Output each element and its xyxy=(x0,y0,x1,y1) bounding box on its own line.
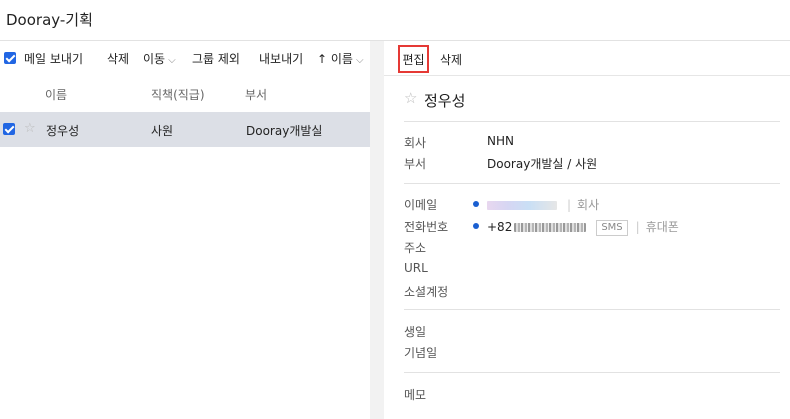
contact-list-pane: 메일 보내기 삭제 이동 ⌵ 그룹 제외 내보내기 ↑ 이름 ⌵ 이름 직책(직급)… xyxy=(0,41,370,419)
chevron-down-icon: ⌵ xyxy=(168,55,176,66)
phone-type-label: 휴대폰 xyxy=(645,220,679,234)
birthday-label: 생일 xyxy=(404,325,427,339)
detail-toolbar: 편집 삭제 xyxy=(384,41,790,76)
sort-button[interactable]: ↑ 이름 ⌵ xyxy=(317,50,364,67)
memo-label: 메모 xyxy=(404,388,427,402)
row-checkbox[interactable] xyxy=(3,123,15,135)
chevron-down-icon: ⌵ xyxy=(355,55,364,66)
move-label: 이동 xyxy=(143,52,166,66)
email-label: 이메일 xyxy=(404,198,438,212)
email-redacted xyxy=(487,201,557,210)
star-icon[interactable]: ☆ xyxy=(404,89,417,107)
row-position: 사원 xyxy=(151,124,174,138)
column-header-department[interactable]: 부서 xyxy=(245,86,267,103)
email-type-label: 회사 xyxy=(577,198,600,212)
detail-delete-button[interactable]: 삭제 xyxy=(440,51,462,68)
row-name: 정우성 xyxy=(46,124,80,138)
company-value: NHN xyxy=(487,134,514,148)
divider xyxy=(404,121,780,122)
sort-label: 이름 xyxy=(330,52,353,66)
send-mail-button[interactable]: 메일 보내기 xyxy=(24,50,83,67)
column-header-name[interactable]: 이름 xyxy=(45,86,67,103)
export-button[interactable]: 내보내기 xyxy=(259,50,303,67)
pane-divider[interactable] xyxy=(370,41,384,419)
phone-redacted xyxy=(514,223,587,232)
phone-prefix: +82 xyxy=(487,220,513,234)
company-label: 회사 xyxy=(404,136,427,150)
social-label: 소셜계정 xyxy=(404,285,449,299)
anniversary-label: 기념일 xyxy=(404,346,438,360)
arrow-up-icon: ↑ xyxy=(317,52,328,66)
divider xyxy=(404,183,780,184)
email-dot-icon xyxy=(473,201,479,207)
app-title: Dooray-기획 xyxy=(6,11,93,29)
list-toolbar: 메일 보내기 삭제 이동 ⌵ 그룹 제외 내보내기 ↑ 이름 ⌵ xyxy=(0,41,370,75)
phone-label: 전화번호 xyxy=(404,220,449,234)
url-label: URL xyxy=(404,261,428,275)
address-label: 주소 xyxy=(404,241,427,255)
move-button[interactable]: 이동 ⌵ xyxy=(143,50,176,67)
email-value[interactable]: | 회사 xyxy=(487,196,599,213)
select-all-checkbox[interactable] xyxy=(4,52,16,64)
edit-button[interactable]: 편집 xyxy=(398,45,429,73)
phone-dot-icon xyxy=(473,223,479,229)
top-bar: Dooray-기획 xyxy=(0,0,790,41)
column-header-position[interactable]: 직책(직급) xyxy=(151,86,205,103)
contact-name: 정우성 xyxy=(424,92,466,110)
contact-detail-pane: 편집 삭제 ☆ 정우성 회사 NHN 부서 Dooray개발실 / 사원 이메일… xyxy=(384,41,790,419)
remove-group-button[interactable]: 그룹 제외 xyxy=(192,50,240,67)
divider xyxy=(404,372,780,373)
phone-value[interactable]: +82 SMS | 휴대폰 xyxy=(487,218,679,236)
department-value: Dooray개발실 / 사원 xyxy=(487,157,598,171)
table-row[interactable]: ☆ 정우성 사원 Dooray개발실 xyxy=(0,112,370,147)
sms-button[interactable]: SMS xyxy=(596,219,628,236)
row-department: Dooray개발실 xyxy=(246,124,323,138)
divider xyxy=(404,309,780,310)
department-label: 부서 xyxy=(404,157,427,171)
star-icon[interactable]: ☆ xyxy=(24,121,36,136)
delete-button[interactable]: 삭제 xyxy=(107,50,129,67)
